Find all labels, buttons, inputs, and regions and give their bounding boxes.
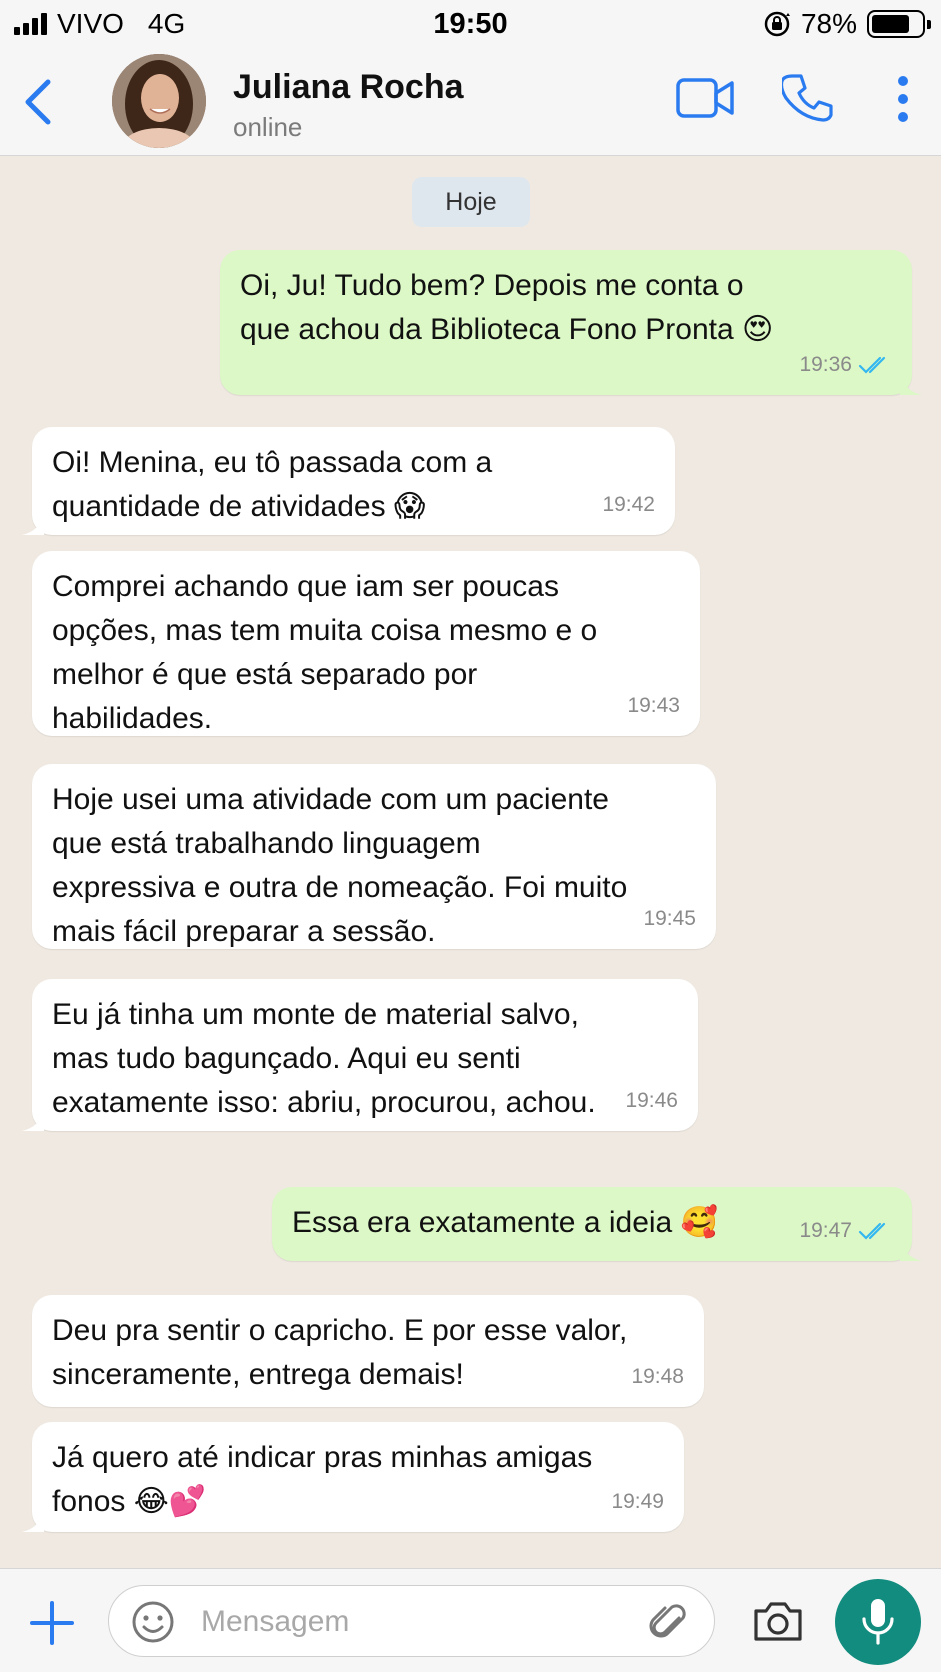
status-bar: VIVO 4G 19:50 78% [0,0,941,50]
battery-icon [867,10,931,38]
message-time: 19:47 [799,1219,852,1242]
sticker-icon[interactable] [131,1600,175,1644]
bubble-tail [900,1239,922,1261]
message-input[interactable] [201,1600,621,1644]
bubble-tail [22,513,44,535]
contact-name[interactable]: Juliana Rocha [233,68,464,107]
message-bubble-incoming[interactable]: Já quero até indicar pras minhas amigas … [22,1422,684,1532]
avatar[interactable] [112,54,206,148]
message-time: 19:43 [627,694,680,717]
message-bubble-incoming[interactable]: Oi! Menina, eu tô passada com a quantida… [22,427,675,535]
bubble-tail [900,373,922,395]
message-time: 19:45 [643,907,696,930]
message-time: 19:46 [625,1089,678,1112]
battery-percent: 78% [800,8,857,39]
message-text: Comprei achando que iam ser poucas opçõe… [52,570,598,735]
rotation-lock-icon [764,11,790,37]
mic-icon [862,1599,894,1645]
plus-icon[interactable] [30,1601,74,1645]
message-text: Hoje usei uma atividade com um paciente … [52,783,628,948]
date-chip: Hoje [412,177,530,227]
message-bubble-incoming[interactable]: Deu pra sentir o capricho. E por esse va… [32,1295,704,1407]
camera-icon[interactable] [752,1599,804,1643]
message-bubble-outgoing[interactable]: Oi, Ju! Tudo bem? Depois me conta o que … [220,250,922,395]
mic-button[interactable] [835,1579,921,1665]
message-time: 19:36 [799,353,852,376]
message-text: Deu pra sentir o capricho. E por esse va… [52,1314,628,1391]
message-meta: 19:47 [799,1209,892,1253]
read-ticks-icon [858,1222,886,1240]
message-field[interactable] [108,1585,715,1657]
status-right: 78% [763,8,931,40]
input-bar [0,1568,941,1672]
message-time: 19:49 [611,1490,664,1513]
message-time: 19:48 [631,1365,684,1388]
bubble-tail [22,1109,44,1131]
video-call-icon[interactable] [676,76,736,120]
more-options-icon[interactable] [896,74,910,124]
message-bubble-incoming[interactable]: Eu já tinha um monte de material salvo, … [22,979,698,1131]
battery-fill [872,15,910,33]
message-text: Oi, Ju! Tudo bem? Depois me conta o que … [240,269,774,346]
chat-header: Juliana Rocha online [0,50,941,156]
message-text: Oi! Menina, eu tô passada com a quantida… [52,446,493,523]
attach-icon[interactable] [649,1600,689,1646]
read-ticks-icon [858,356,886,374]
avatar-photo [112,54,206,148]
message-text: Eu já tinha um monte de material salvo, … [52,998,596,1119]
message-bubble-incoming[interactable]: Comprei achando que iam ser poucas opçõe… [32,551,700,736]
back-icon[interactable] [18,74,58,130]
message-bubble-outgoing[interactable]: Essa era exatamente a ideia 🥰 19:47 [272,1187,922,1261]
bubble-tail [22,1510,44,1532]
contact-status: online [233,112,303,142]
message-time: 19:42 [602,493,655,516]
message-text: Já quero até indicar pras minhas amigas … [52,1441,593,1518]
chat-area[interactable]: Hoje Oi, Ju! Tudo bem? Depois me conta o… [0,157,941,1567]
phone-icon[interactable] [782,72,834,124]
message-bubble-incoming[interactable]: Hoje usei uma atividade com um paciente … [32,764,716,949]
message-meta: 19:36 [799,343,892,387]
